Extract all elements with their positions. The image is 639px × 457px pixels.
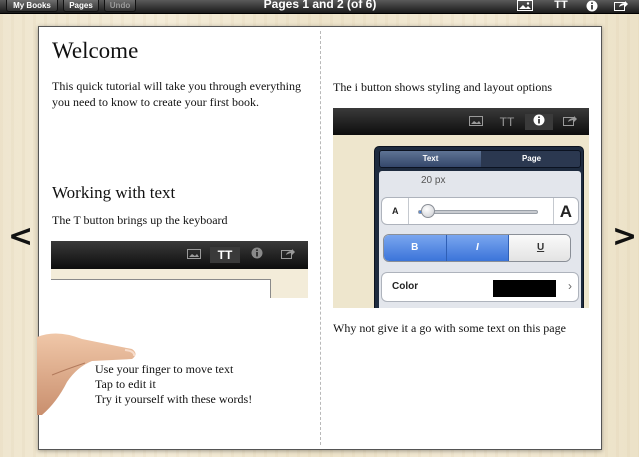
larger-font-icon[interactable]: A — [560, 202, 572, 222]
tab-page[interactable]: Page — [481, 151, 580, 167]
mini-text-style-icon: TT — [210, 247, 240, 263]
intro-text[interactable]: This quick tutorial will take you throug… — [52, 78, 314, 110]
styling-options-screenshot: TT Text Page 20 px A A B I U Color › — [333, 108, 589, 308]
tab-text[interactable]: Text — [380, 151, 481, 167]
text-style-icon[interactable]: TT — [550, 0, 572, 12]
text-style-segmented-control: B I U — [383, 234, 571, 262]
mini-image-icon — [185, 247, 203, 263]
chevron-right-icon: › — [568, 279, 572, 293]
finger-instructions[interactable]: Use your finger to move text Tap to edit… — [95, 362, 315, 407]
font-size-slider-box: A A — [381, 197, 579, 225]
previous-page-arrow[interactable]: < — [8, 222, 33, 252]
italic-button[interactable]: I — [446, 235, 510, 261]
page-divider — [320, 31, 321, 445]
try-it-text[interactable]: Why not give it a go with some text on t… — [333, 320, 595, 336]
color-swatch[interactable] — [493, 280, 556, 297]
mini-document-page — [51, 279, 271, 298]
mini-share-icon — [279, 247, 297, 263]
popover-tab-bar: Text Page — [379, 150, 581, 168]
share-icon[interactable] — [612, 0, 630, 12]
mini-toolbar: TT — [51, 241, 308, 269]
mini-info-icon — [525, 114, 553, 130]
divider — [408, 198, 409, 224]
mini-text-style-icon: TT — [499, 115, 515, 129]
mini-image-icon — [467, 114, 485, 130]
slider-thumb[interactable] — [420, 204, 435, 218]
font-size-slider[interactable] — [418, 210, 538, 214]
welcome-heading[interactable]: Welcome — [52, 38, 138, 64]
info-icon[interactable] — [583, 0, 601, 12]
underline-button[interactable]: U — [509, 235, 570, 261]
mini-share-icon — [561, 114, 579, 130]
divider — [553, 198, 554, 224]
page-title: Pages 1 and 2 (of 6) — [263, 0, 377, 11]
instruction-line: Tap to edit it — [95, 377, 156, 391]
instruction-line: Use your finger to move text — [95, 362, 234, 376]
font-size-value: 20 px — [421, 175, 446, 186]
color-row[interactable]: Color › — [381, 272, 579, 302]
popover-body: 20 px A A B I U Color › — [379, 171, 581, 308]
mini-info-icon — [249, 247, 265, 263]
color-label: Color — [392, 281, 419, 292]
my-books-button[interactable]: My Books — [6, 0, 58, 12]
bold-button[interactable]: B — [384, 235, 447, 261]
mini-toolbar: TT — [333, 108, 589, 135]
next-page-arrow[interactable]: > — [612, 222, 637, 252]
keyboard-toolbar-screenshot: TT — [51, 241, 308, 298]
image-icon[interactable] — [516, 0, 534, 12]
styling-popover: Text Page 20 px A A B I U Color › — [374, 146, 584, 308]
book-spread: Welcome This quick tutorial will take yo… — [37, 26, 603, 450]
t-button-text[interactable]: The T button brings up the keyboard — [52, 212, 314, 228]
top-toolbar: My Books Pages Undo Pages 1 and 2 (of 6)… — [0, 0, 639, 14]
pages-button[interactable]: Pages — [63, 0, 99, 12]
working-with-text-heading[interactable]: Working with text — [52, 183, 175, 203]
undo-button[interactable]: Undo — [104, 0, 136, 12]
i-button-text[interactable]: The i button shows styling and layout op… — [333, 79, 603, 95]
smaller-font-icon[interactable]: A — [392, 206, 399, 216]
instruction-line: Try it yourself with these words! — [95, 392, 253, 406]
